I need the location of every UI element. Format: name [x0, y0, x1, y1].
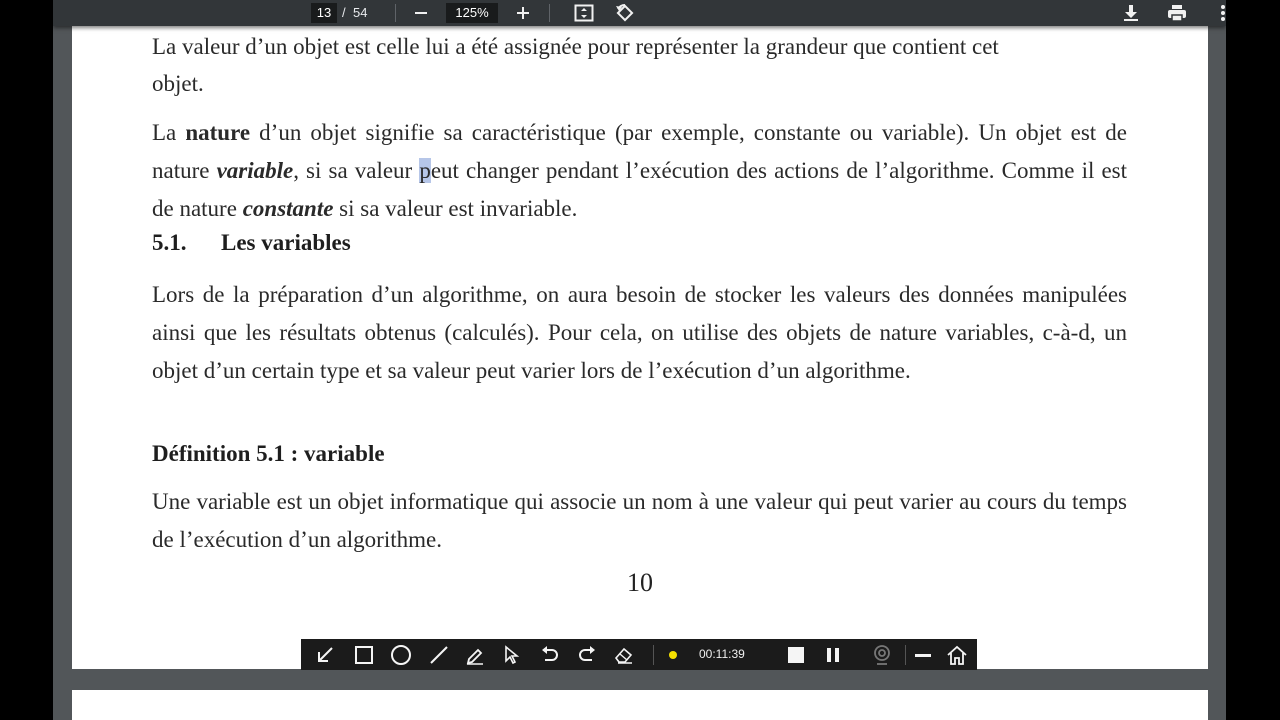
paragraph-nature: La nature d’un objet signifie sa caracté…: [152, 114, 1127, 228]
pen-icon: [466, 648, 483, 665]
page-separator: /: [342, 5, 346, 20]
zoom-out-button[interactable]: [409, 1, 433, 25]
redo-icon: [579, 646, 595, 661]
download-icon: [1124, 5, 1138, 21]
undo-button[interactable]: [537, 642, 563, 668]
document-page: La valeur d’un objet est celle lui a été…: [72, 0, 1208, 669]
eraser-tool-button[interactable]: [611, 642, 637, 668]
fit-page-button[interactable]: [572, 1, 596, 25]
text-run: si sa valeur est invariable.: [333, 196, 578, 221]
arrow-tool-button[interactable]: [312, 642, 338, 668]
bold-italic-term-variable: variable: [216, 158, 294, 183]
plus-icon: [517, 7, 529, 19]
stop-icon: [788, 647, 804, 663]
undo-icon: [542, 646, 558, 661]
annotation-divider: [905, 645, 906, 665]
bold-term-nature: nature: [185, 120, 251, 145]
arrow-icon: [318, 647, 333, 662]
definition-heading: Définition 5.1 : variable: [152, 441, 385, 466]
minimize-icon: [915, 654, 931, 657]
minus-icon: [415, 12, 427, 14]
line-icon: [430, 646, 448, 664]
pointer-tool-button[interactable]: [499, 642, 525, 668]
line-tool-button[interactable]: [426, 642, 452, 668]
recording-timer: 00:11:39: [699, 647, 745, 661]
bold-italic-term-constante: constante: [242, 196, 334, 221]
zoom-in-button[interactable]: [511, 1, 535, 25]
print-button[interactable]: [1165, 1, 1189, 25]
section-title: Les variables: [221, 230, 351, 255]
toolbar-divider: [549, 4, 550, 22]
paragraph-variables: Lors de la préparation d’un algorithme, …: [152, 282, 1127, 383]
text-run: , si sa valeur: [293, 158, 420, 183]
pdf-viewer: 13 / 54 125% La valeur d’un objet est ce…: [53, 0, 1226, 720]
toolbar-divider: [395, 4, 396, 22]
pause-recording-button[interactable]: [820, 642, 846, 668]
pen-tool-button[interactable]: [462, 642, 488, 668]
webcam-icon: [874, 645, 890, 665]
home-button[interactable]: [944, 642, 970, 668]
screen-annotation-toolbar: 00:11:39: [301, 639, 977, 670]
more-vert-icon: [1221, 5, 1225, 21]
rectangle-tool-button[interactable]: [351, 642, 377, 668]
rotate-button[interactable]: [613, 1, 637, 25]
color-dot-icon: [669, 651, 677, 659]
next-document-page: [72, 690, 1208, 720]
text-selection-highlight: p: [419, 158, 431, 183]
home-icon: [947, 645, 967, 665]
more-options-button[interactable]: [1211, 1, 1226, 25]
pointer-icon: [505, 645, 520, 665]
rotate-icon: [616, 3, 634, 22]
circle-tool-button[interactable]: [388, 642, 414, 668]
page-number-input[interactable]: 13: [311, 3, 337, 23]
fit-page-icon: [574, 4, 594, 22]
paragraph-end-line: objet.: [152, 71, 204, 96]
download-button[interactable]: [1119, 1, 1143, 25]
pause-icon: [827, 648, 839, 662]
section-number: 5.1.: [152, 230, 187, 255]
rectangle-icon: [355, 646, 373, 664]
circle-icon: [391, 645, 411, 665]
annotation-divider: [653, 645, 654, 665]
minimize-toolbar-button[interactable]: [910, 642, 936, 668]
eraser-icon: [614, 647, 633, 664]
stop-recording-button[interactable]: [783, 642, 809, 668]
total-pages: 54: [353, 5, 368, 20]
webcam-toggle-button[interactable]: [869, 642, 895, 668]
text-run: La: [152, 120, 186, 145]
paragraph-definition: Une variable est un objet informatique q…: [152, 489, 1127, 552]
pdf-toolbar: 13 / 54 125%: [53, 0, 1226, 26]
cut-off-text-line: La valeur d’un objet est celle lui a été…: [152, 34, 999, 59]
print-icon: [1168, 5, 1186, 22]
redo-button[interactable]: [574, 642, 600, 668]
page-number-footer: 10: [627, 568, 653, 597]
color-picker-button[interactable]: [660, 642, 686, 668]
zoom-input[interactable]: 125%: [446, 3, 498, 23]
